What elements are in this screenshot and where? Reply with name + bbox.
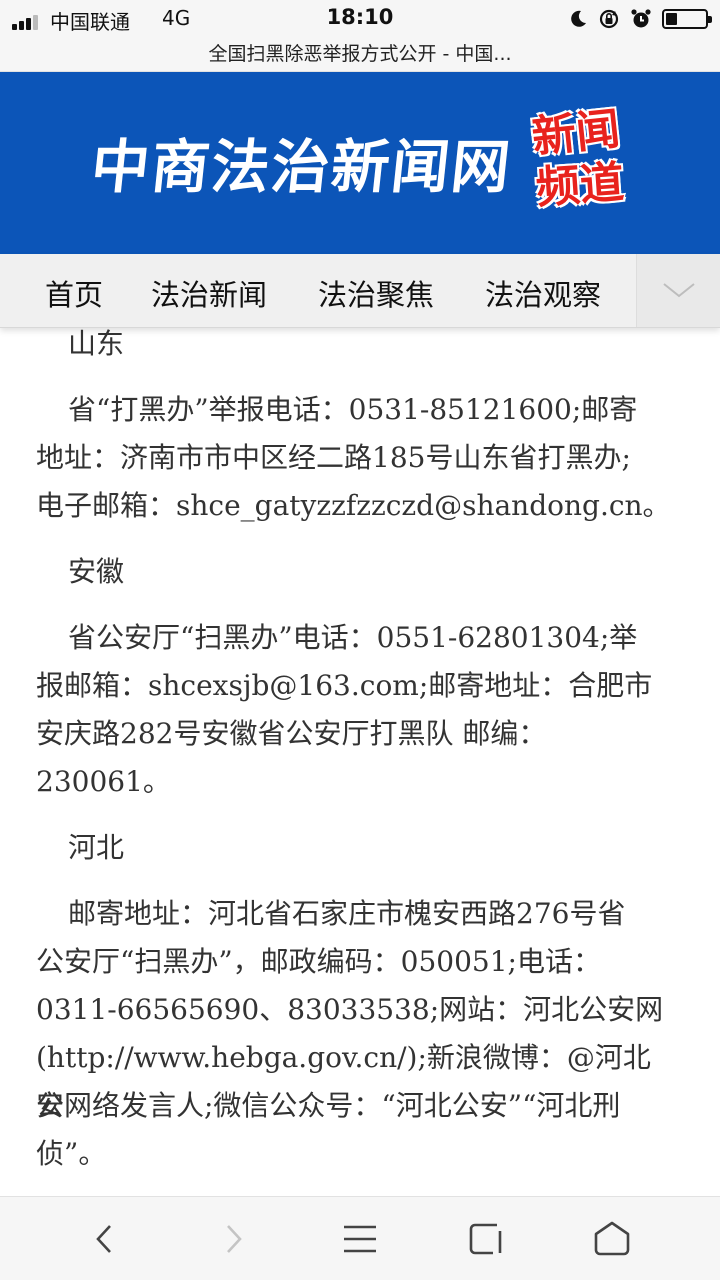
paragraph-line: 地址：济南市市中区经二路185号山东省打黑办; [36,441,631,474]
forward-button[interactable] [212,1217,256,1261]
tabs-button[interactable] [464,1217,508,1261]
nav-item-legal-observation[interactable]: 法治观察 [485,272,601,314]
rotation-lock-icon [599,9,619,29]
chevron-down-icon [663,283,695,298]
page-title[interactable]: 全国扫黑除恶举报方式公开 - 中国... [0,39,720,66]
moon-icon [571,10,586,27]
browser-toolbar [0,1196,720,1280]
status-icons [568,8,712,30]
badge-line-2: 频道 [534,156,626,215]
home-button[interactable] [590,1217,634,1261]
home-icon [594,1221,630,1256]
back-button[interactable] [82,1217,126,1261]
category-nav: 首页 法治新闻 法治聚焦 法治观察 [0,254,720,328]
paragraph-line: 邮寄地址：河北省石家庄市槐安西路276号省 [68,897,626,930]
paragraph-line: 230061。 [36,765,171,798]
section-heading-hebei: 河北 [68,831,125,864]
site-logo-text: 中商法治新闻网 [87,133,516,201]
news-channel-badge: 新闻 频道 [528,104,634,220]
section-heading-shandong: 山东 [68,328,125,360]
paragraph-line: 电子邮箱：shce_gatyzzfzzczd@shandong.cn。 [36,489,671,522]
browser-title-bar: 全国扫黑除恶举报方式公开 - 中国... [0,38,720,72]
forward-icon [227,1225,242,1253]
alarm-icon [631,9,651,28]
status-bar: 中国联通 4G 18:10 [0,0,720,38]
section-heading-anhui: 安徽 [68,555,125,588]
paragraph-line: 0311-66565690、83033538;网站：河北公安网 [36,993,664,1026]
nav-more-button[interactable] [636,254,720,327]
paragraph-line: 安网络发言人;微信公众号：“河北公安”“河北刑 [36,1089,621,1122]
paragraph-line: 省公安厅“扫黑办”电话：0551-62801304;举 [68,621,638,654]
menu-button[interactable] [338,1217,382,1261]
nav-item-legal-news[interactable]: 法治新闻 [151,272,267,314]
paragraph-line: 安庆路282号安徽省公安厅打黑队 邮编： [36,717,547,750]
nav-item-home[interactable]: 首页 [45,272,103,314]
back-icon [96,1225,111,1253]
paragraph-line: 报邮箱：shcexsjb@163.com;邮寄地址：合肥市 [36,669,653,702]
tabs-icon [469,1223,502,1255]
badge-line-1: 新闻 [529,103,623,164]
article-content: 山东 省“打黑办”举报电话：0531-85121600;邮寄 地址：济南市市中区… [0,328,720,1196]
paragraph-line: 公安厅“扫黑办”，邮政编码：050051;电话： [36,945,601,978]
paragraph-line: 省“打黑办”举报电话：0531-85121600;邮寄 [68,393,638,426]
battery-icon [662,9,712,29]
nav-item-legal-focus[interactable]: 法治聚焦 [318,272,434,314]
paragraph-line: 侦”。 [36,1137,107,1170]
menu-icon [344,1225,376,1253]
